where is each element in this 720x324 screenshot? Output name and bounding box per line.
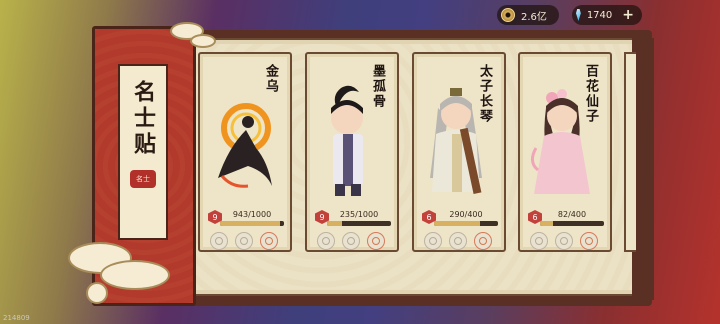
shard-progress-text: 290/400: [449, 210, 483, 219]
coin-amount: 2.6亿: [521, 11, 547, 23]
gem-icon: [576, 9, 581, 21]
red-seal: 名士: [130, 170, 156, 188]
skill-slot-3[interactable]: [474, 232, 492, 250]
skill-slot-1[interactable]: [424, 232, 442, 250]
fairy-portrait-icon: [531, 89, 590, 194]
cloud-decoration-bottom-2: [100, 260, 170, 290]
hero-card-jinwu[interactable]: 金乌 9 943/1000: [198, 52, 292, 252]
book-title-plate: 名士贴 名士: [118, 64, 168, 240]
skill-slot-2[interactable]: [342, 232, 360, 250]
shard-progress-bar: [327, 221, 391, 226]
hero-card-taizichangqin[interactable]: 太子长琴 6 290/400: [412, 52, 506, 252]
skill-slots: [210, 232, 278, 250]
skill-slot-3[interactable]: [367, 232, 385, 250]
skill-slots: [317, 232, 385, 250]
progress-fill: [434, 221, 481, 226]
shard-progress-bar: [220, 221, 284, 226]
skill-slot-1[interactable]: [317, 232, 335, 250]
hero-card-mogugu[interactable]: 墨孤骨 9 235/1000: [305, 52, 399, 252]
skill-slots: [530, 232, 598, 250]
skill-slot-2[interactable]: [555, 232, 573, 250]
hero-card-baihuaxianzi[interactable]: 百花仙子 6 82/400: [518, 52, 612, 252]
shard-progress-bar: [540, 221, 604, 226]
coin-icon: [501, 8, 515, 22]
progress-fill: [327, 221, 343, 226]
progress-fill: [540, 221, 554, 226]
phoenix-portrait-icon: [218, 103, 272, 188]
swordsman-portrait-icon: [331, 85, 363, 196]
skill-slot-3[interactable]: [580, 232, 598, 250]
watermark-id: 214809: [3, 314, 30, 322]
book-title: 名士贴: [130, 80, 156, 158]
skill-slot-3[interactable]: [260, 232, 278, 250]
progress-fill: [220, 221, 281, 226]
skill-slot-1[interactable]: [530, 232, 548, 250]
gem-amount: 1740: [586, 9, 613, 21]
add-gems-button[interactable]: +: [622, 7, 634, 23]
coin-counter[interactable]: 2.6亿: [497, 5, 559, 25]
shard-progress-text: 82/400: [557, 210, 587, 219]
skill-slots: [424, 232, 492, 250]
skill-slot-1[interactable]: [210, 232, 228, 250]
shard-progress-bar: [434, 221, 498, 226]
cloud-decoration-bottom-3: [86, 282, 108, 304]
cloud-decoration-top-2: [190, 34, 216, 48]
hero-card-partial[interactable]: [624, 52, 636, 252]
shard-progress-text: 943/1000: [232, 210, 272, 219]
skill-slot-2[interactable]: [235, 232, 253, 250]
musician-portrait-icon: [430, 88, 482, 195]
gem-counter[interactable]: 1740 +: [572, 5, 642, 25]
shard-progress-text: 235/1000: [339, 210, 379, 219]
skill-slot-2[interactable]: [449, 232, 467, 250]
